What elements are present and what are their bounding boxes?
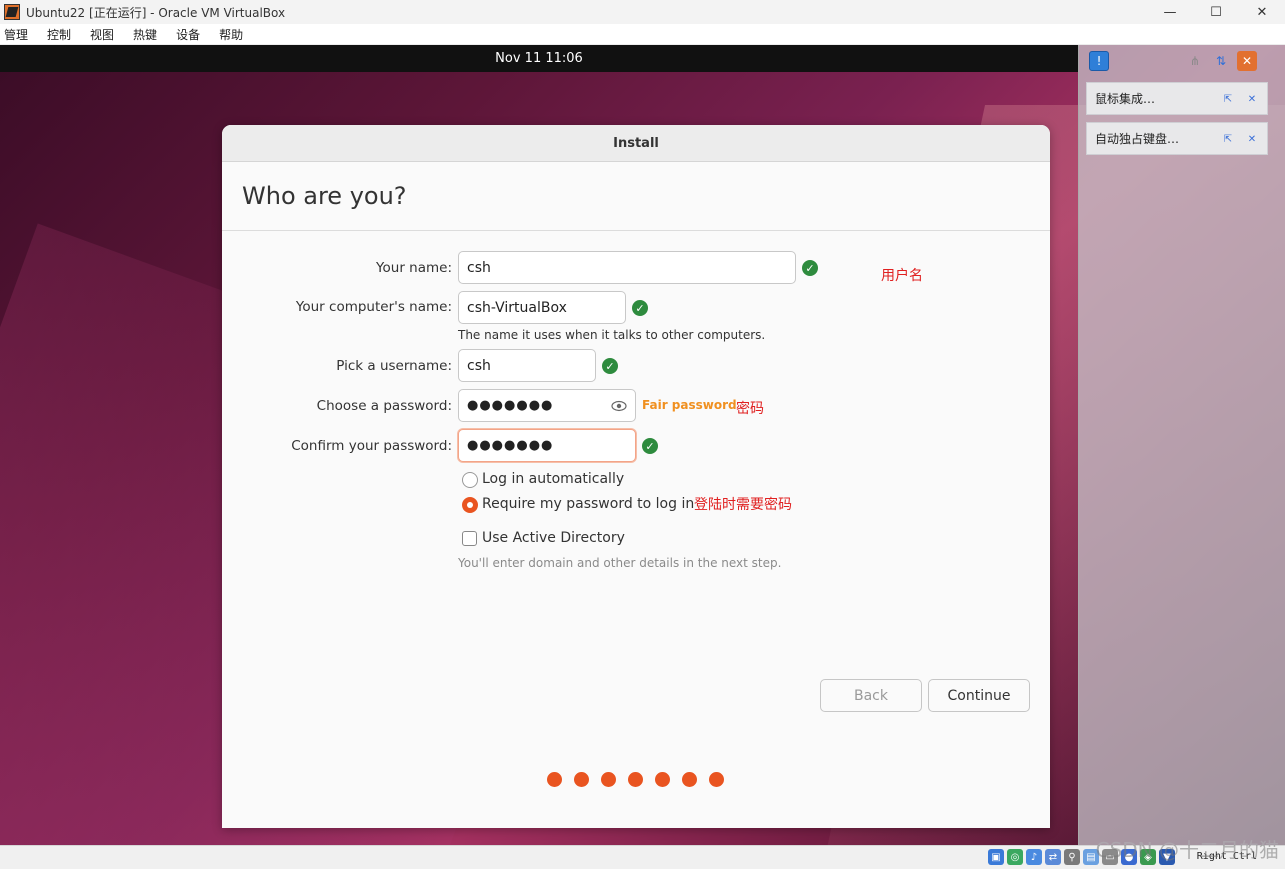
computer-name-label: Your computer's name: — [295, 299, 452, 315]
continue-button[interactable]: Continue — [928, 679, 1030, 712]
dismiss-icon[interactable]: ✕ — [1245, 92, 1259, 106]
network-tree-icon[interactable]: ⋔ — [1185, 51, 1205, 71]
close-button[interactable]: ✕ — [1239, 0, 1285, 24]
auto-login-label[interactable]: Log in automatically — [482, 471, 624, 487]
confirm-password-field[interactable]: ●●●●●●● — [458, 429, 636, 462]
guest-clock[interactable]: Nov 11 11:06 — [495, 51, 583, 66]
auto-login-radio[interactable] — [462, 472, 478, 488]
notification-text: 鼠标集成… — [1095, 92, 1156, 106]
menu-hotkeys[interactable]: 热键 — [129, 26, 157, 43]
require-password-radio[interactable] — [462, 497, 478, 513]
usb-icon[interactable]: ⚲ — [1064, 849, 1080, 865]
progress-dot — [628, 772, 643, 787]
name-field[interactable]: csh — [458, 251, 796, 284]
menubar: 管理 控制 视图 热键 设备 帮助 — [0, 24, 1285, 45]
progress-dot — [547, 772, 562, 787]
window-titlebar: Ubuntu22 [正在运行] - Oracle VM VirtualBox —… — [0, 0, 1285, 24]
window-title: Ubuntu22 [正在运行] - Oracle VM VirtualBox — [26, 5, 286, 20]
progress-dot — [655, 772, 670, 787]
menu-help[interactable]: 帮助 — [215, 26, 243, 43]
menu-control[interactable]: 控制 — [43, 26, 71, 43]
computer-name-valid-check-icon: ✓ — [632, 300, 648, 316]
back-button[interactable]: Back — [820, 679, 922, 712]
message-icon[interactable]: ! — [1089, 51, 1109, 71]
pin-icon[interactable]: ⇱ — [1221, 92, 1235, 106]
optical-drive-icon[interactable]: ◎ — [1007, 849, 1023, 865]
menu-view[interactable]: 视图 — [86, 26, 114, 43]
hard-disk-icon[interactable]: ▣ — [988, 849, 1004, 865]
notification-keyboard-capture[interactable]: 自动独占键盘… ⇱ ✕ — [1086, 122, 1268, 155]
installer-dialog: Install Who are you? Your name: csh ✓ Yo… — [222, 125, 1050, 828]
computer-name-field[interactable]: csh-VirtualBox — [458, 291, 626, 324]
username-label: Pick a username: — [336, 358, 452, 374]
show-password-eye-icon[interactable] — [611, 398, 627, 414]
computer-name-hint: The name it uses when it talks to other … — [458, 328, 766, 342]
installer-window-title: Install — [222, 125, 1050, 162]
password-value: ●●●●●●● — [467, 398, 554, 413]
notification-mouse-integration[interactable]: 鼠标集成… ⇱ ✕ — [1086, 82, 1268, 115]
active-directory-hint: You'll enter domain and other details in… — [458, 556, 782, 570]
password-strength: Fair password — [642, 398, 737, 412]
vbox-notification-panel: ! ⋔ ⇅ ✕ 鼠标集成… ⇱ ✕ 自动独占键盘… ⇱ ✕ — [1078, 45, 1285, 845]
menu-devices[interactable]: 设备 — [172, 26, 200, 43]
require-password-label[interactable]: Require my password to log in — [482, 496, 694, 512]
notification-text: 自动独占键盘… — [1095, 132, 1180, 146]
annotation-username: 用户名 — [881, 268, 923, 284]
annotation-login: 登陆时需要密码 — [694, 497, 792, 513]
progress-dot — [601, 772, 616, 787]
minimize-button[interactable]: — — [1147, 0, 1193, 24]
password-label: Choose a password: — [316, 398, 452, 414]
network-icon[interactable]: ⇄ — [1045, 849, 1061, 865]
virtualbox-app-icon — [4, 4, 20, 20]
name-label: Your name: — [376, 260, 452, 276]
settings-sliders-icon[interactable]: ⇅ — [1211, 51, 1231, 71]
pin-icon[interactable]: ⇱ — [1221, 132, 1235, 146]
vm-statusbar: ▣ ◎ ♪ ⇄ ⚲ ▤ ▭ ● ◈ ▼ Right Ctrl CSDN @十二月… — [0, 838, 1285, 869]
maximize-button[interactable]: ☐ — [1193, 0, 1239, 24]
close-panel-icon[interactable]: ✕ — [1237, 51, 1257, 71]
divider — [222, 230, 1050, 231]
active-directory-checkbox[interactable] — [462, 531, 477, 546]
menu-manage[interactable]: 管理 — [0, 26, 28, 43]
name-valid-check-icon: ✓ — [802, 260, 818, 276]
progress-dot — [574, 772, 589, 787]
progress-dot — [682, 772, 697, 787]
username-field[interactable]: csh — [458, 349, 596, 382]
page-title: Who are you? — [242, 182, 407, 210]
dismiss-icon[interactable]: ✕ — [1245, 132, 1259, 146]
progress-dot — [709, 772, 724, 787]
password-field[interactable]: ●●●●●●● — [458, 389, 636, 422]
confirm-password-valid-check-icon: ✓ — [642, 438, 658, 454]
active-directory-label[interactable]: Use Active Directory — [482, 530, 625, 546]
annotation-password: 密码 — [736, 401, 764, 417]
username-valid-check-icon: ✓ — [602, 358, 618, 374]
guest-topbar: Nov 11 11:06 — [0, 45, 1078, 72]
confirm-password-label: Confirm your password: — [291, 438, 452, 454]
audio-icon[interactable]: ♪ — [1026, 849, 1042, 865]
confirm-password-value: ●●●●●●● — [467, 438, 554, 453]
vm-display[interactable]: Nov 11 11:06 Install Who are you? Your n… — [0, 45, 1285, 845]
